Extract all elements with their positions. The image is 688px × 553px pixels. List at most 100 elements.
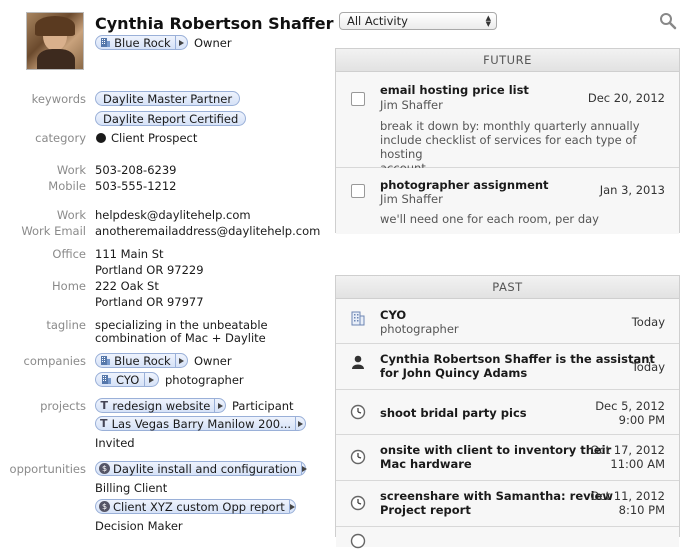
task-checkbox[interactable]	[351, 92, 365, 106]
past-activity-row[interactable]: shoot bridal party pics Dec 5, 2012 9:00…	[336, 390, 679, 435]
activity-date: Today	[631, 315, 665, 329]
task-note-line: break it down by: monthly quarterly annu…	[380, 119, 640, 133]
opportunity-name: Daylite install and configuration	[113, 461, 297, 476]
clock-icon	[350, 449, 366, 465]
project-role: Participant	[232, 399, 294, 413]
past-activity-row[interactable]: screenshare with Samantha: review Projec…	[336, 481, 679, 527]
search-icon[interactable]	[659, 12, 677, 30]
past-activity-row[interactable]	[336, 527, 679, 549]
opportunity-pill[interactable]: $ Client XYZ custom Opp report	[95, 499, 296, 514]
company-pill[interactable]: CYO	[95, 372, 159, 387]
activity-title-line2: for John Quincy Adams	[380, 366, 528, 380]
project-name: Las Vegas Barry Manilow 200...	[111, 416, 292, 431]
chevron-right-icon[interactable]	[295, 417, 305, 430]
phone-label: Work	[56, 163, 86, 177]
task-title: photographer assignment	[380, 178, 549, 192]
opportunities-label: opportunities	[9, 462, 86, 476]
address-line[interactable]: Portland OR 97977	[95, 295, 204, 309]
task-date: Dec 20, 2012	[587, 91, 665, 105]
task-note: we'll need one for each room, per day	[380, 212, 599, 226]
task-person: Jim Shaffer	[380, 192, 443, 206]
address-line[interactable]: 222 Oak St	[95, 279, 159, 293]
company-name: CYO	[116, 372, 140, 387]
chevron-right-icon[interactable]	[174, 36, 187, 49]
activity-date: Oct 17, 2012	[590, 443, 665, 457]
future-task-row[interactable]: photographer assignment Jim Shaffer Jan …	[336, 168, 679, 234]
primary-company-label: Blue Rock	[114, 35, 171, 50]
project-pill[interactable]: T redesign website	[95, 398, 226, 413]
project-icon: T	[100, 417, 108, 430]
projects-label: projects	[40, 399, 86, 413]
select-arrows-icon: ▲ ▼	[485, 14, 491, 28]
project-pill[interactable]: T Las Vegas Barry Manilow 200...	[95, 416, 306, 431]
keyword-label: Daylite Report Certified	[103, 111, 239, 126]
activity-time: 9:00 PM	[618, 413, 665, 427]
contact-name: Cynthia Robertson Shaffer	[95, 14, 334, 33]
address-line[interactable]: Portland OR 97229	[95, 263, 204, 277]
task-title: email hosting price list	[380, 83, 529, 97]
building-icon	[350, 310, 366, 326]
task-note: break it down by: monthly quarterly annu…	[380, 119, 679, 175]
companies-label: companies	[23, 354, 86, 368]
company-name: Blue Rock	[114, 353, 171, 368]
past-activity-row[interactable]: Cynthia Robertson Shaffer is the assista…	[336, 344, 679, 390]
activity-subtitle: photographer	[380, 322, 459, 336]
activity-title: Cynthia Robertson Shaffer is the assista…	[380, 352, 655, 366]
activity-filter-select[interactable]: All Activity ▲ ▼	[339, 12, 497, 30]
chevron-right-icon[interactable]	[144, 373, 158, 386]
future-header: FUTURE	[336, 49, 679, 72]
future-task-row[interactable]: email hosting price list Jim Shaffer Dec…	[336, 72, 679, 175]
email-label: Work	[56, 208, 86, 222]
phone-label: Mobile	[48, 179, 86, 193]
past-header: PAST	[336, 276, 679, 299]
company-pill[interactable]: Blue Rock	[95, 353, 188, 368]
activity-time: 8:10 PM	[618, 503, 665, 517]
address-label: Home	[52, 279, 86, 293]
task-checkbox[interactable]	[351, 184, 365, 198]
tagline-label: tagline	[46, 318, 86, 332]
opportunity-role: Billing Client	[95, 481, 168, 495]
opportunity-pill[interactable]: $ Daylite install and configuration	[95, 461, 306, 476]
past-activity-row[interactable]: CYO photographer Today	[336, 299, 679, 344]
activity-title: onsite with client to inventory their	[380, 443, 612, 457]
building-icon	[99, 354, 111, 367]
activity-title: screenshare with Samantha: review	[380, 489, 613, 503]
chevron-right-icon[interactable]	[174, 354, 187, 367]
keyword-label: Daylite Master Partner	[103, 91, 233, 106]
activity-title: CYO	[380, 308, 407, 322]
past-activity-row[interactable]: onsite with client to inventory their Ma…	[336, 435, 679, 481]
tagline-line: combination of Mac + Daylite	[95, 331, 266, 345]
address-label: Office	[52, 247, 86, 261]
category-label: category	[35, 131, 86, 145]
tagline-line: specializing in the unbeatable	[95, 318, 268, 332]
opportunity-name: Client XYZ custom Opp report	[113, 499, 285, 514]
activity-time: 11:00 AM	[610, 457, 665, 471]
activity-title-line2: Project report	[380, 503, 471, 517]
activity-date: Oct 11, 2012	[590, 489, 665, 503]
past-panel: PAST CYO photographer Today Cynthia Robe…	[335, 275, 680, 549]
phone-value[interactable]: 503-555-1212	[95, 179, 176, 193]
chevron-right-icon[interactable]	[288, 500, 295, 513]
email-label: Work Email	[21, 224, 86, 238]
chevron-right-icon[interactable]	[214, 399, 225, 412]
activity-date: Today	[631, 360, 665, 374]
email-value[interactable]: anotheremailaddress@daylitehelp.com	[95, 224, 320, 238]
address-line[interactable]: 111 Main St	[95, 247, 164, 261]
keywords-label: keywords	[31, 92, 86, 106]
keyword-pill[interactable]: Daylite Report Certified	[95, 111, 247, 126]
email-value[interactable]: helpdesk@daylitehelp.com	[95, 208, 251, 222]
activity-title-line2: Mac hardware	[380, 457, 472, 471]
phone-value[interactable]: 503-208-6239	[95, 163, 176, 177]
company-role: Owner	[194, 354, 232, 368]
chevron-right-icon[interactable]	[301, 462, 307, 475]
activity-title: shoot bridal party pics	[380, 406, 527, 420]
clock-icon	[350, 533, 366, 549]
keyword-pill[interactable]: Daylite Master Partner	[95, 91, 241, 106]
task-person: Jim Shaffer	[380, 98, 443, 112]
primary-company-pill[interactable]: Blue Rock	[95, 35, 188, 50]
activity-filter-value: All Activity	[347, 14, 408, 28]
opportunity-role: Decision Maker	[95, 519, 183, 533]
category-dot-icon	[96, 133, 106, 143]
contact-photo[interactable]	[26, 12, 84, 70]
task-date: Jan 3, 2013	[599, 183, 665, 197]
